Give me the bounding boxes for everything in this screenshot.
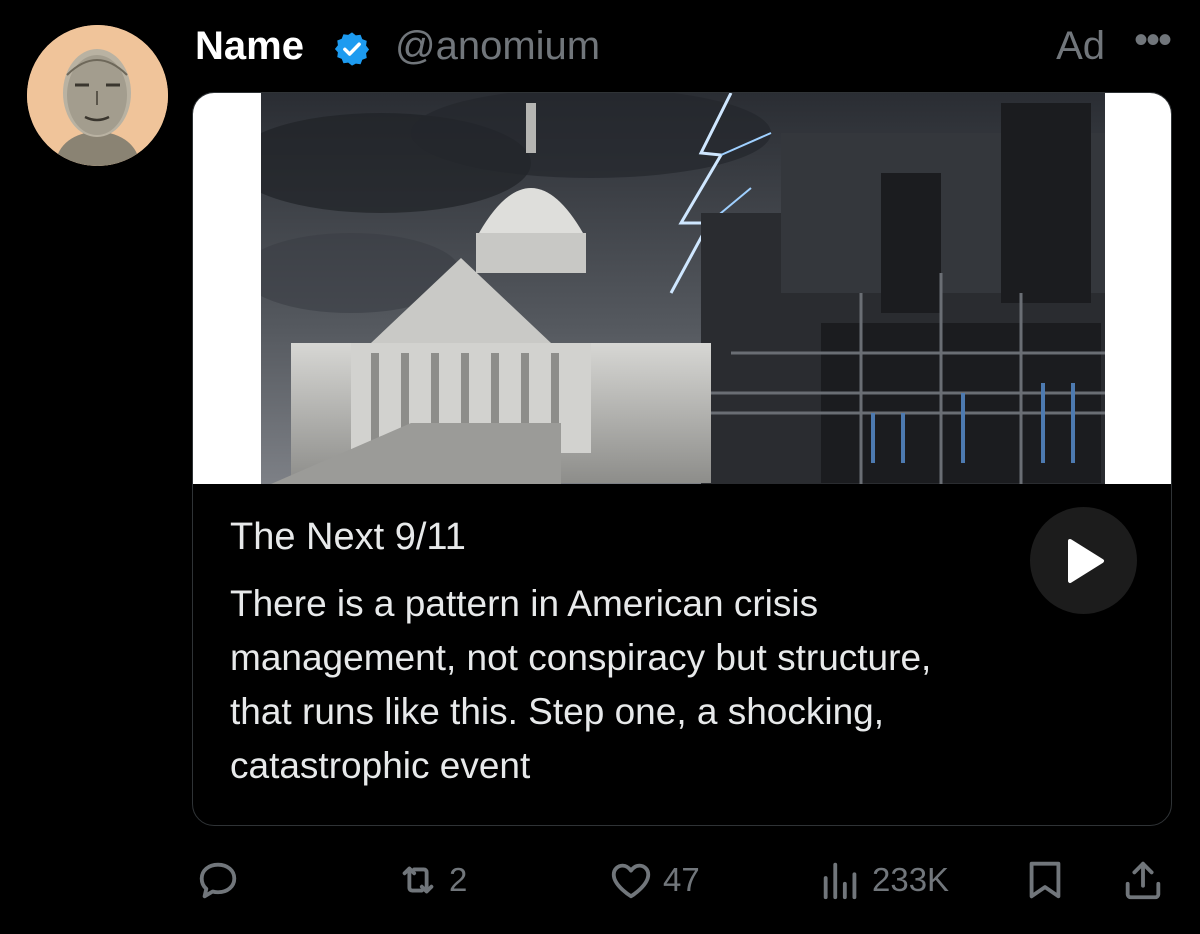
verified-badge-icon bbox=[333, 30, 371, 68]
link-card[interactable]: The Next 9/11 There is a pattern in Amer… bbox=[192, 92, 1172, 826]
play-icon bbox=[1067, 538, 1104, 583]
ad-label: Ad bbox=[1056, 24, 1105, 68]
author-name[interactable]: Name bbox=[195, 24, 304, 69]
avatar[interactable] bbox=[27, 25, 168, 166]
card-media[interactable] bbox=[193, 93, 1171, 484]
post-header: Name @anomium Ad ••• bbox=[195, 18, 1172, 72]
bookmark-icon bbox=[1029, 861, 1061, 899]
card-title[interactable]: The Next 9/11 bbox=[230, 516, 466, 559]
action-bar: 2 47 233K bbox=[0, 850, 1200, 910]
reply-button[interactable] bbox=[195, 850, 249, 910]
views-count: 233K bbox=[872, 861, 950, 898]
card-description: There is a pattern in American crisis ma… bbox=[230, 583, 932, 786]
capitol-datacenter-image bbox=[261, 93, 1105, 484]
heart-icon bbox=[611, 863, 651, 899]
like-count: 47 bbox=[663, 861, 700, 898]
views-button[interactable]: 233K bbox=[818, 850, 949, 910]
repost-count: 2 bbox=[449, 861, 468, 898]
share-icon bbox=[1125, 861, 1161, 900]
more-options-icon[interactable]: ••• bbox=[1134, 18, 1172, 63]
like-button[interactable]: 47 bbox=[607, 850, 700, 910]
bookmark-button[interactable] bbox=[1022, 850, 1068, 910]
play-button[interactable] bbox=[1030, 507, 1137, 614]
author-handle[interactable]: @anomium bbox=[395, 24, 600, 69]
views-icon bbox=[823, 862, 857, 900]
share-button[interactable] bbox=[1120, 850, 1166, 910]
repost-button[interactable]: 2 bbox=[395, 850, 467, 910]
avatar-portrait bbox=[27, 25, 168, 166]
repost-icon bbox=[402, 866, 434, 894]
reply-icon bbox=[199, 862, 237, 899]
